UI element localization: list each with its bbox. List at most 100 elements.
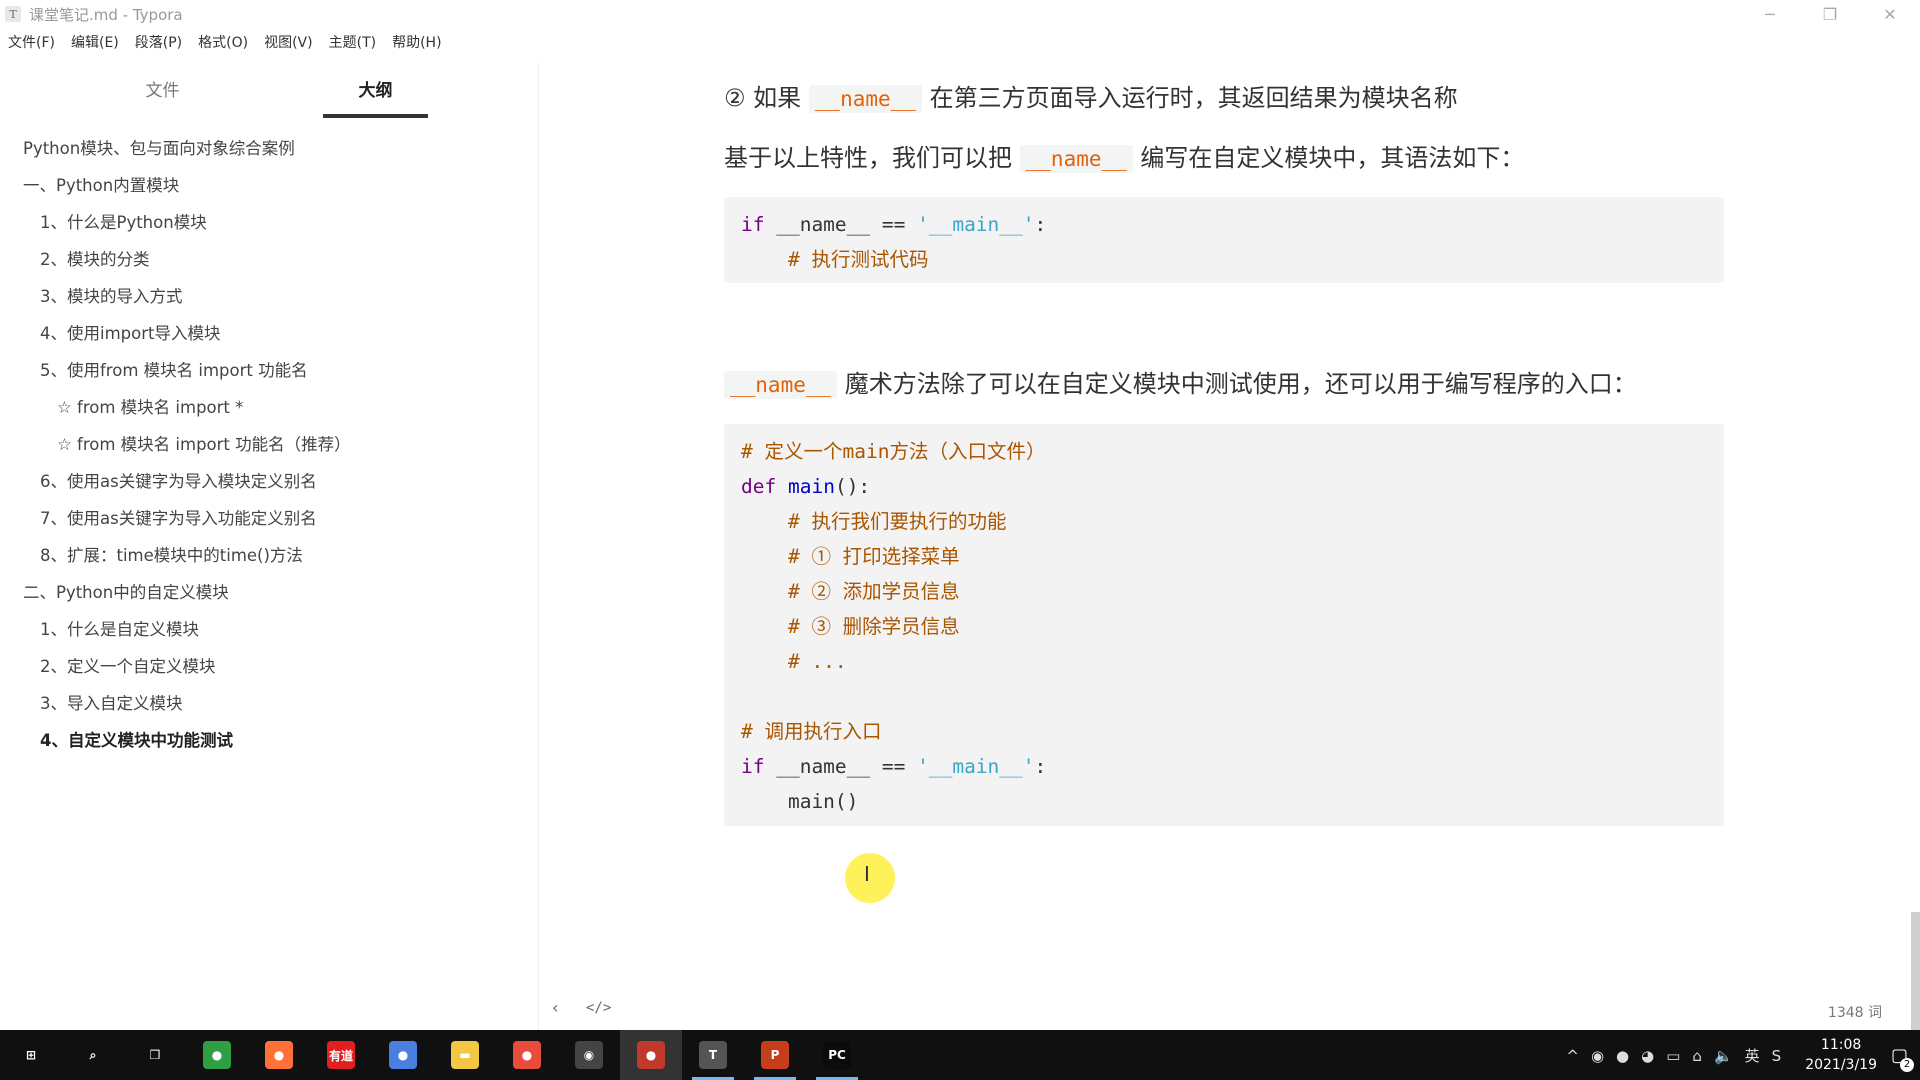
menu-edit[interactable]: 编辑(E)	[71, 32, 119, 52]
pycharm-icon: PC	[823, 1041, 851, 1069]
inline-code: __name__	[808, 85, 922, 113]
code-line: # ③ 删除学员信息	[741, 609, 1724, 644]
paragraph: ② 如果 __name__ 在第三方页面导入运行时，其返回结果为模块名称	[724, 78, 1458, 113]
window-controls: ─ ❐ ✕	[1740, 0, 1920, 28]
menu-view[interactable]: 视图(V)	[264, 32, 313, 52]
code-line: if __name__ == '__main__':	[741, 207, 1724, 242]
menu-format[interactable]: 格式(O)	[198, 32, 248, 52]
taskbar-app-circle-button[interactable]: ◉	[558, 1030, 620, 1080]
typora-icon: T	[699, 1041, 727, 1069]
tray-icon[interactable]: ●	[1616, 1047, 1629, 1065]
outline-item[interactable]: 1、什么是Python模块	[0, 204, 538, 241]
taskbar-chromium-button[interactable]: ●	[372, 1030, 434, 1080]
outline-item[interactable]: 3、模块的导入方式	[0, 278, 538, 315]
notification-center-icon[interactable]: ▢ 2	[1891, 1045, 1914, 1072]
paragraph: __name__ 魔术方法除了可以在自定义模块中测试使用，还可以用于编写程序的入…	[724, 364, 1637, 399]
paragraph: 基于以上特性，我们可以把 __name__ 编写在自定义模块中，其语法如下：	[724, 138, 1524, 173]
outline-item[interactable]: 6、使用as关键字为导入模块定义别名	[0, 463, 538, 500]
outline-item[interactable]: 4、自定义模块中功能测试	[0, 722, 538, 759]
tray-icon[interactable]: 英	[1745, 1047, 1760, 1065]
menu-paragraph[interactable]: 段落(P)	[135, 32, 182, 52]
paragraph-text: 魔术方法除了可以在自定义模块中测试使用，还可以用于编写程序的入口：	[837, 370, 1637, 398]
tray-icon[interactable]: 🔈	[1714, 1047, 1733, 1065]
code-token: ():	[834, 475, 871, 498]
paragraph-text: 基于以上特性，我们可以把	[724, 144, 1020, 172]
outline-item[interactable]: 5、使用from 模块名 import 功能名	[0, 352, 538, 389]
start-icon: ⊞	[17, 1041, 45, 1069]
code-token: '__main__'	[917, 755, 1035, 778]
outline-item[interactable]: 3、导入自定义模块	[0, 685, 538, 722]
outline-item[interactable]: 二、Python中的自定义模块	[0, 574, 538, 611]
paragraph-text: 编写在自定义模块中，其语法如下：	[1132, 144, 1525, 172]
taskbar-screen-recorder-button[interactable]: ●	[496, 1030, 558, 1080]
toggle-sidebar-button[interactable]: ‹	[552, 998, 558, 1017]
taskbar-powerpoint-button[interactable]: P	[744, 1030, 806, 1080]
editor-content[interactable]: ② 如果 __name__ 在第三方页面导入运行时，其返回结果为模块名称 基于以…	[540, 62, 1910, 1030]
taskbar-file-explorer-button[interactable]: ▬	[434, 1030, 496, 1080]
menu-theme[interactable]: 主题(T)	[329, 32, 376, 52]
outline-item[interactable]: 8、扩展：time模块中的time()方法	[0, 537, 538, 574]
code-line: # 定义一个main方法（入口文件）	[741, 434, 1724, 469]
outline-item[interactable]: 4、使用import导入模块	[0, 315, 538, 352]
scrollbar-thumb[interactable]	[1911, 912, 1920, 1030]
outline-item[interactable]: 一、Python内置模块	[0, 167, 538, 204]
code-token: # ② 添加学员信息	[741, 580, 960, 603]
tray-icon[interactable]: ◕	[1641, 1047, 1654, 1065]
restore-button[interactable]: ❐	[1800, 0, 1860, 28]
tab-file[interactable]: 文件	[110, 76, 215, 101]
taskbar-pycharm-button[interactable]: PC	[806, 1030, 868, 1080]
menu-file[interactable]: 文件(F)	[8, 32, 55, 52]
taskbar-start-button[interactable]: ⊞	[0, 1030, 62, 1080]
taskbar-youdao-button[interactable]: 有道	[310, 1030, 372, 1080]
outline-item[interactable]: 2、定义一个自定义模块	[0, 648, 538, 685]
taskbar-task-view-button[interactable]: ❒	[124, 1030, 186, 1080]
tray-icon[interactable]: ▭	[1666, 1047, 1680, 1065]
code-line: main()	[741, 784, 1724, 819]
text-cursor-icon: I	[864, 862, 870, 886]
code-line: # ② 添加学员信息	[741, 574, 1724, 609]
code-block[interactable]: # 定义一个main方法（入口文件） def main(): # 执行我们要执行的…	[724, 424, 1724, 826]
tray-icon[interactable]: S	[1772, 1047, 1782, 1065]
taskbar-recorder-button[interactable]: ●	[620, 1030, 682, 1080]
code-token: __name__ ==	[764, 755, 918, 778]
app-circle-icon: ◉	[575, 1041, 603, 1069]
outline-item[interactable]: 1、什么是自定义模块	[0, 611, 538, 648]
code-token: # 定义一个main方法（入口文件）	[741, 440, 1046, 463]
taskbar-typora-button[interactable]: T	[682, 1030, 744, 1080]
outline-item[interactable]: ☆ from 模块名 import 功能名（推荐）	[0, 426, 538, 463]
tray-icons: ^ ◉ ● ◕ ▭ ⌂ 🔈 英 S	[1560, 1045, 1787, 1066]
outline-item[interactable]: 2、模块的分类	[0, 241, 538, 278]
code-block[interactable]: if __name__ == '__main__': # 执行测试代码	[724, 197, 1724, 283]
taskbar-search-button[interactable]: ⌕	[62, 1030, 124, 1080]
notification-count-badge: 2	[1900, 1057, 1914, 1072]
search-icon: ⌕	[79, 1041, 107, 1069]
code-line: # 执行测试代码	[741, 242, 1724, 277]
taskbar-firefox-button[interactable]: ●	[248, 1030, 310, 1080]
tab-outline[interactable]: 大纲	[323, 76, 428, 101]
code-line: if __name__ == '__main__':	[741, 749, 1724, 784]
code-token: def	[741, 475, 777, 498]
recorder-icon: ●	[637, 1041, 665, 1069]
youdao-icon: 有道	[327, 1041, 355, 1069]
code-token: # ③ 删除学员信息	[741, 615, 960, 638]
outline-item[interactable]: 7、使用as关键字为导入功能定义别名	[0, 500, 538, 537]
minimize-button[interactable]: ─	[1740, 0, 1800, 28]
taskbar-chrome-button[interactable]: ●	[186, 1030, 248, 1080]
clock[interactable]: 11:08 2021/3/19	[1805, 1035, 1877, 1075]
menu-help[interactable]: 帮助(H)	[392, 32, 441, 52]
tray-icon[interactable]: ◉	[1591, 1047, 1604, 1065]
outline-item[interactable]: Python模块、包与面向对象综合案例	[0, 130, 538, 167]
screen-recorder-icon: ●	[513, 1041, 541, 1069]
outline-item[interactable]: ☆ from 模块名 import *	[0, 389, 538, 426]
tray-icon[interactable]: ^	[1566, 1047, 1579, 1065]
clock-date: 2021/3/19	[1805, 1057, 1877, 1073]
system-tray: ^ ◉ ● ◕ ▭ ⌂ 🔈 英 S 11:08 2021/3/19 ▢ 2	[1560, 1030, 1920, 1080]
source-code-mode-button[interactable]: </>	[586, 1000, 611, 1016]
word-count[interactable]: 1348 词	[1828, 1002, 1882, 1022]
task-view-icon: ❒	[141, 1041, 169, 1069]
tray-icon[interactable]: ⌂	[1692, 1047, 1702, 1065]
chromium-icon: ●	[389, 1041, 417, 1069]
code-token: # 执行测试代码	[741, 248, 929, 271]
close-button[interactable]: ✕	[1860, 0, 1920, 28]
